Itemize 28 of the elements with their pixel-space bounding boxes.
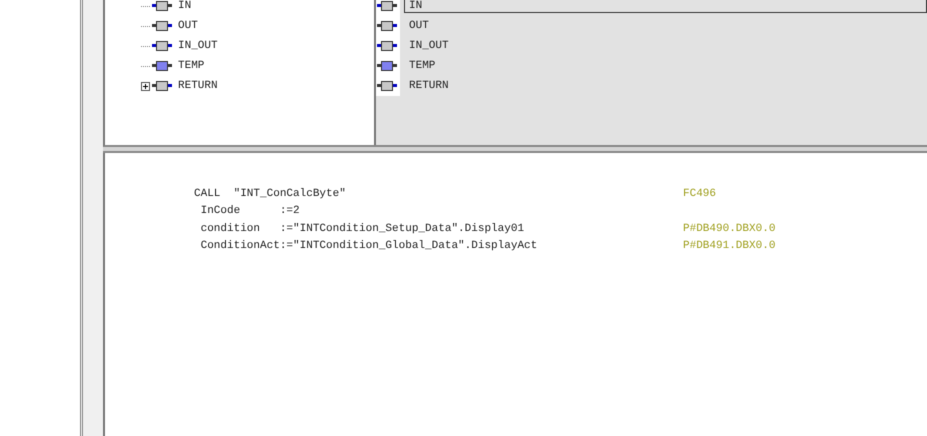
code-address: P#DB490.DBX0.0 (683, 222, 776, 235)
list-item[interactable]: TEMP (404, 59, 440, 73)
code-line: condition :="INTCondition_Setup_Data".Display01 (200, 222, 526, 235)
expand-icon[interactable] (141, 82, 150, 90)
block-icon (377, 20, 397, 32)
list-item[interactable]: IN (404, 0, 927, 12)
tree-item[interactable]: TEMP (178, 60, 204, 72)
code-line: InCode :=2 (200, 205, 301, 218)
block-icon (152, 40, 172, 52)
block-icon (377, 80, 397, 92)
list-item[interactable]: OUT (404, 19, 434, 33)
tree-item[interactable]: IN_OUT (178, 40, 218, 52)
code-line: CALL "INT_ConCalcByte" (194, 188, 347, 200)
block-icon (152, 20, 172, 32)
tree-item[interactable]: IN (178, 0, 192, 12)
block-icon (377, 60, 397, 72)
list-item[interactable]: IN_OUT (404, 39, 454, 53)
block-icon (152, 60, 172, 72)
block-icon (152, 80, 172, 92)
block-icon (152, 0, 172, 12)
code-address: P#DB491.DBX0.0 (683, 240, 776, 252)
tree-item[interactable]: OUT (178, 20, 198, 32)
tree-item[interactable]: RETURN (178, 80, 218, 92)
list-item[interactable]: RETURN (404, 79, 454, 93)
block-icon (377, 40, 397, 52)
code-address: FC496 (683, 188, 716, 200)
code-line: ConditionAct:="INTCondition_Global_Data".DisplayAct (200, 240, 538, 252)
block-icon (377, 0, 397, 12)
